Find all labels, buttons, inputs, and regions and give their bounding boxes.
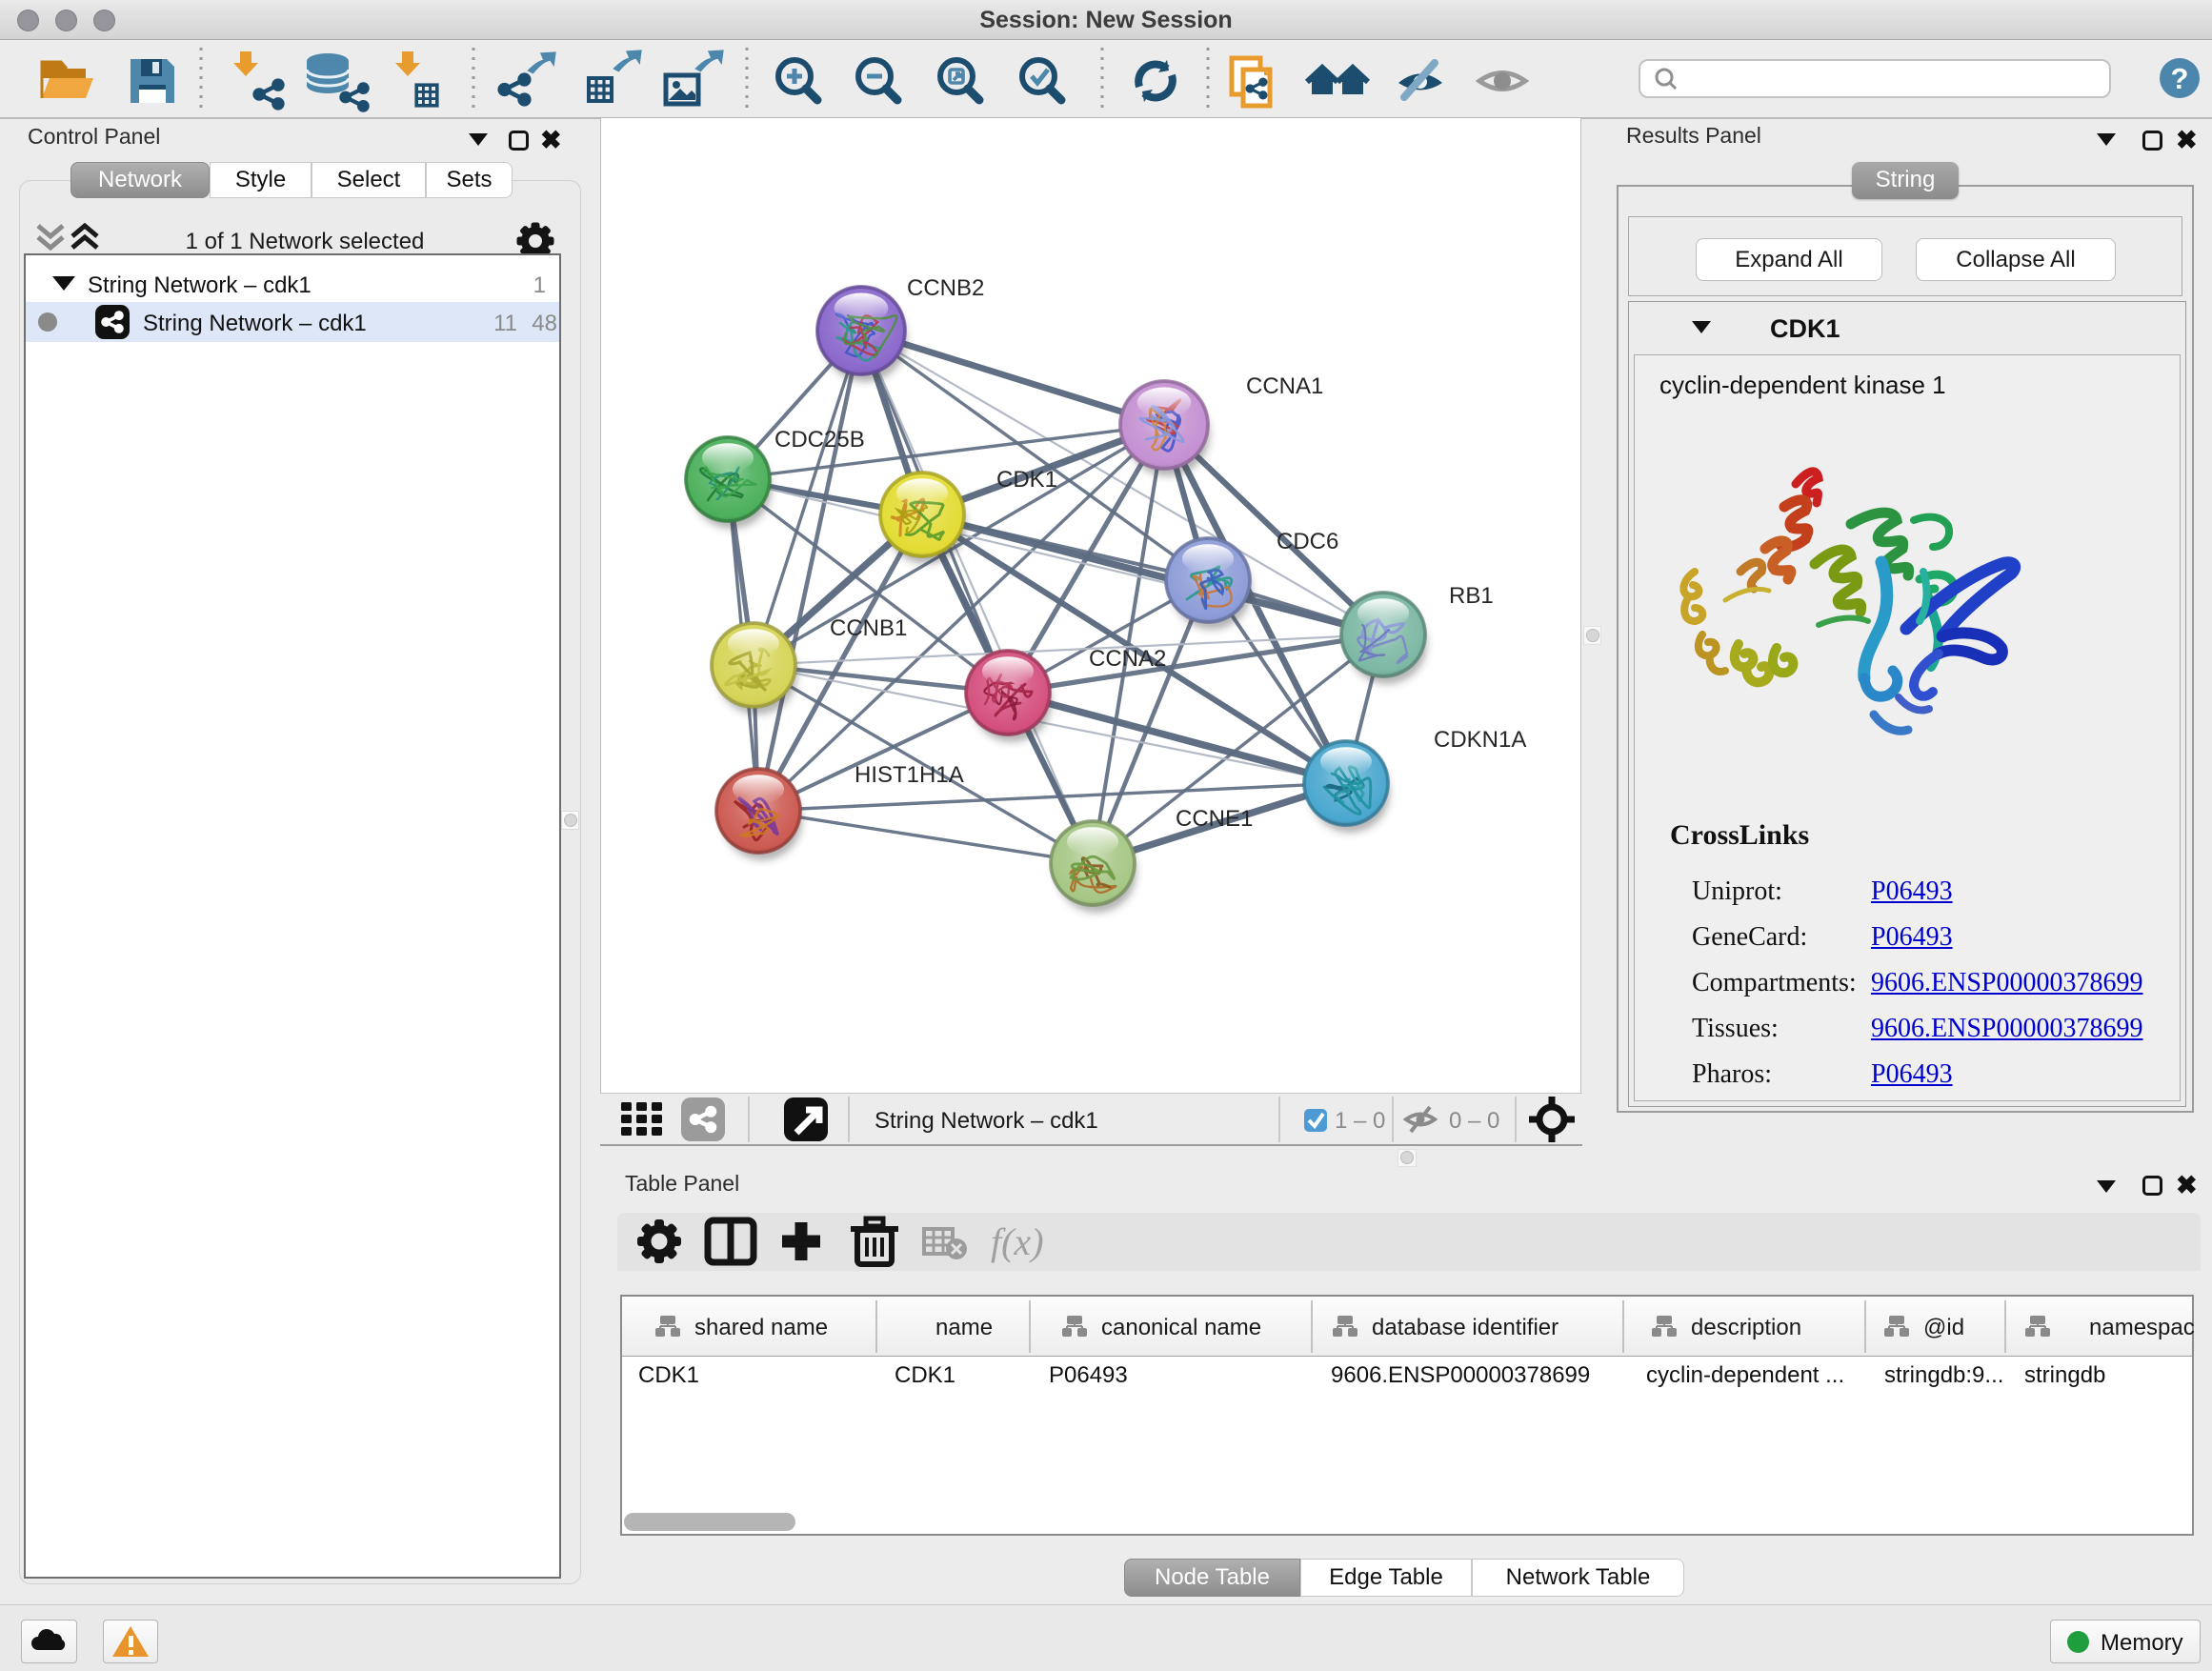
svg-text:String Network – cdk1: String Network – cdk1	[143, 311, 367, 336]
svg-text:shared name: shared name	[694, 1315, 828, 1340]
svg-text:name: name	[935, 1315, 993, 1340]
svg-text:f(x): f(x)	[991, 1220, 1044, 1263]
svg-text:?: ?	[2171, 62, 2189, 95]
svg-text:CDKN1A: CDKN1A	[1434, 727, 1526, 753]
svg-text:1: 1	[533, 272, 546, 298]
svg-text:String Network – cdk1: String Network – cdk1	[88, 272, 312, 298]
svg-text:CCNB1: CCNB1	[830, 615, 907, 641]
svg-text:CCNA2: CCNA2	[1089, 646, 1166, 672]
svg-text:1 of 1 Network selected: 1 of 1 Network selected	[186, 229, 425, 254]
svg-text:canonical name: canonical name	[1101, 1315, 1261, 1340]
svg-text:1 – 0: 1 – 0	[1335, 1108, 1385, 1134]
svg-text:description: description	[1691, 1315, 1801, 1340]
svg-text:CDK1: CDK1	[996, 467, 1057, 493]
svg-text:48: 48	[532, 311, 557, 336]
svg-text:RB1: RB1	[1449, 583, 1494, 609]
svg-text:CDC25B: CDC25B	[774, 427, 865, 453]
svg-text:CCNA1: CCNA1	[1246, 373, 1323, 399]
svg-text:0 – 0: 0 – 0	[1449, 1108, 1499, 1134]
svg-text:11: 11	[493, 311, 517, 336]
svg-text:database identifier: database identifier	[1372, 1315, 1558, 1340]
svg-text:CCNE1: CCNE1	[1176, 806, 1253, 832]
svg-text:CCNB2: CCNB2	[907, 275, 984, 301]
svg-text:String Network – cdk1: String Network – cdk1	[875, 1108, 1098, 1134]
svg-text:HIST1H1A: HIST1H1A	[855, 762, 964, 788]
svg-text:@id: @id	[1923, 1315, 1964, 1340]
svg-text:CDC6: CDC6	[1277, 529, 1338, 554]
svg-text:namespace: namespace	[2089, 1315, 2194, 1340]
